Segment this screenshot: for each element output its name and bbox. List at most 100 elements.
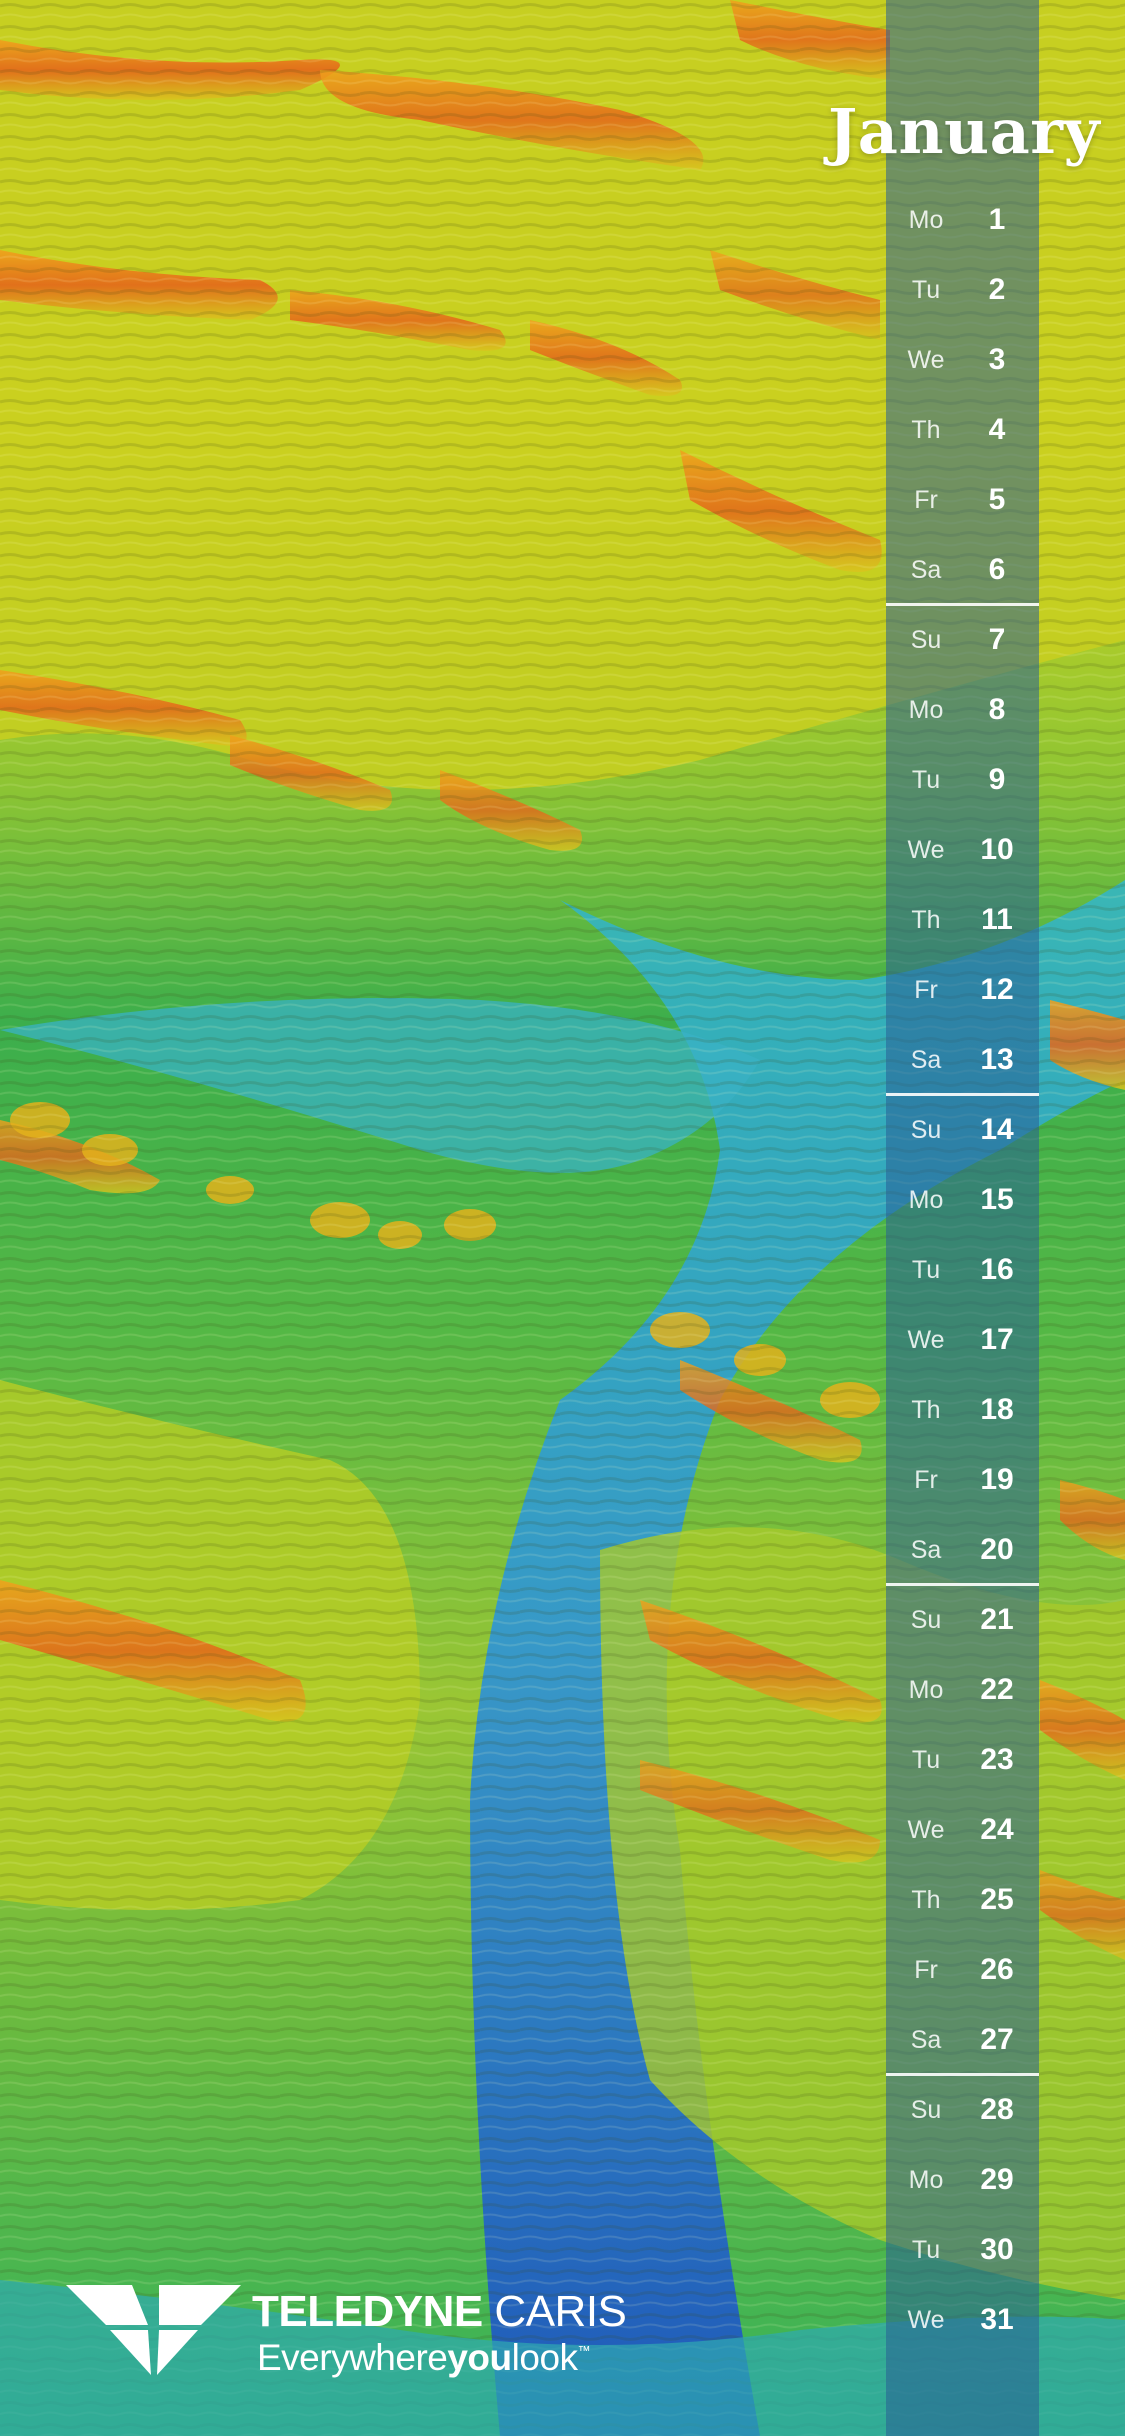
day-of-week-label: Su bbox=[910, 626, 942, 654]
day-of-week-label: Th bbox=[911, 416, 941, 444]
day-of-week-label: We bbox=[907, 836, 945, 864]
day-number: 1 bbox=[988, 203, 1006, 236]
day-number: 11 bbox=[981, 903, 1013, 936]
day-of-week-label: Fr bbox=[914, 486, 938, 514]
day-number: 27 bbox=[980, 2023, 1014, 2056]
calendar-day-row: We 10 bbox=[886, 815, 1039, 885]
day-of-week-label: Fr bbox=[914, 976, 938, 1004]
calendar-day-row: Tu 2 bbox=[886, 255, 1039, 325]
day-number: 12 bbox=[980, 973, 1014, 1006]
day-of-week-label: Sa bbox=[910, 556, 942, 584]
calendar-day-row: We 3 bbox=[886, 325, 1039, 395]
calendar-day-row: Fr 19 bbox=[886, 1445, 1039, 1515]
day-of-week-label: Fr bbox=[914, 1956, 938, 1984]
day-number: 8 bbox=[988, 693, 1006, 726]
day-number: 13 bbox=[980, 1043, 1014, 1076]
calendar-day-row: Th 4 bbox=[886, 395, 1039, 465]
day-number: 7 bbox=[988, 623, 1006, 656]
day-of-week-label: Tu bbox=[911, 276, 941, 304]
day-number: 28 bbox=[980, 2093, 1014, 2126]
day-number: 20 bbox=[980, 1533, 1014, 1566]
day-of-week-label: Th bbox=[911, 1886, 941, 1914]
day-number: 23 bbox=[980, 1743, 1014, 1776]
day-of-week-label: We bbox=[907, 2306, 945, 2334]
day-of-week-label: Sa bbox=[910, 1046, 942, 1074]
day-number: 10 bbox=[980, 833, 1014, 866]
brand-tagline: Everywhereyoulook™ bbox=[257, 2337, 591, 2379]
day-number: 22 bbox=[980, 1673, 1014, 1706]
calendar-day-row: Mo 29 bbox=[886, 2145, 1039, 2215]
day-of-week-label: Su bbox=[910, 2096, 942, 2124]
calendar-day-row: Tu 16 bbox=[886, 1235, 1039, 1305]
week-divider bbox=[886, 2073, 1039, 2076]
day-of-week-label: We bbox=[907, 1816, 945, 1844]
calendar-day-row: Mo 15 bbox=[886, 1165, 1039, 1235]
calendar-day-row: Mo 8 bbox=[886, 675, 1039, 745]
day-number: 2 bbox=[988, 273, 1006, 306]
day-of-week-label: Tu bbox=[911, 1256, 941, 1284]
brand-name: TELEDYNE CARIS bbox=[252, 2287, 627, 2337]
calendar-day-row: Fr 26 bbox=[886, 1935, 1039, 2005]
day-of-week-label: Mo bbox=[908, 206, 944, 234]
calendar-day-row: Su 14 bbox=[886, 1095, 1039, 1165]
calendar-day-row: Tu 30 bbox=[886, 2215, 1039, 2285]
day-number: 26 bbox=[980, 1953, 1014, 1986]
day-of-week-label: Th bbox=[911, 906, 941, 934]
day-of-week-label: Mo bbox=[908, 2166, 944, 2194]
calendar-day-row: Th 18 bbox=[886, 1375, 1039, 1445]
tagline-end: look bbox=[511, 2337, 578, 2378]
calendar-day-row: Sa 6 bbox=[886, 535, 1039, 605]
calendar-day-row: We 17 bbox=[886, 1305, 1039, 1375]
day-number: 4 bbox=[988, 413, 1006, 446]
day-number: 3 bbox=[988, 343, 1006, 376]
day-number: 5 bbox=[988, 483, 1006, 516]
day-of-week-label: Th bbox=[911, 1396, 941, 1424]
tagline-start: Everywhere bbox=[257, 2337, 448, 2378]
day-number: 31 bbox=[980, 2303, 1014, 2336]
calendar-day-row: Fr 5 bbox=[886, 465, 1039, 535]
day-number: 29 bbox=[980, 2163, 1014, 2196]
calendar-wallpaper: January Mo 1 Tu 2 We 3 Th 4 Fr 5 Sa 6 Su 7 Mo 8 Tu 9 We 10 T… bbox=[0, 0, 1125, 2436]
day-of-week-label: We bbox=[907, 1326, 945, 1354]
day-of-week-label: Su bbox=[910, 1116, 942, 1144]
calendar-day-row: Su 7 bbox=[886, 605, 1039, 675]
calendar-day-row: Su 21 bbox=[886, 1585, 1039, 1655]
day-of-week-label: We bbox=[907, 346, 945, 374]
day-of-week-label: Mo bbox=[908, 1676, 944, 1704]
trademark-symbol: ™ bbox=[577, 2343, 591, 2358]
day-of-week-label: Tu bbox=[911, 1746, 941, 1774]
day-number: 30 bbox=[980, 2233, 1014, 2266]
day-of-week-label: Su bbox=[910, 1606, 942, 1634]
week-divider bbox=[886, 1583, 1039, 1586]
day-of-week-label: Sa bbox=[910, 1536, 942, 1564]
day-number: 18 bbox=[980, 1393, 1014, 1426]
day-number: 9 bbox=[988, 763, 1006, 796]
calendar-day-row: Fr 12 bbox=[886, 955, 1039, 1025]
day-number: 25 bbox=[980, 1883, 1014, 1916]
week-divider bbox=[886, 603, 1039, 606]
day-of-week-label: Tu bbox=[911, 766, 941, 794]
calendar-day-row: Mo 22 bbox=[886, 1655, 1039, 1725]
day-of-week-label: Fr bbox=[914, 1466, 938, 1494]
week-divider bbox=[886, 1093, 1039, 1096]
day-number: 16 bbox=[980, 1253, 1014, 1286]
day-of-week-label: Mo bbox=[908, 1186, 944, 1214]
day-number: 21 bbox=[980, 1603, 1014, 1636]
day-number: 15 bbox=[980, 1183, 1014, 1216]
calendar-day-row: Th 25 bbox=[886, 1865, 1039, 1935]
teledyne-logo-icon bbox=[66, 2285, 241, 2375]
day-number: 14 bbox=[980, 1113, 1014, 1146]
calendar-day-row: Tu 9 bbox=[886, 745, 1039, 815]
tagline-bold: you bbox=[447, 2337, 512, 2378]
calendar-day-row: Th 11 bbox=[886, 885, 1039, 955]
calendar-day-row: Sa 20 bbox=[886, 1515, 1039, 1585]
calendar-day-row: We 24 bbox=[886, 1795, 1039, 1865]
calendar-day-row: Su 28 bbox=[886, 2075, 1039, 2145]
calendar-day-row: Mo 1 bbox=[886, 185, 1039, 255]
day-of-week-label: Mo bbox=[908, 696, 944, 724]
calendar-day-row: We 31 bbox=[886, 2285, 1039, 2355]
day-number: 17 bbox=[980, 1323, 1014, 1356]
day-number: 24 bbox=[980, 1813, 1014, 1846]
brand-name-bold: TELEDYNE bbox=[252, 2287, 483, 2336]
teledyne-caris-logo: TELEDYNE CARIS Everywhereyoulook™ bbox=[66, 2285, 627, 2385]
